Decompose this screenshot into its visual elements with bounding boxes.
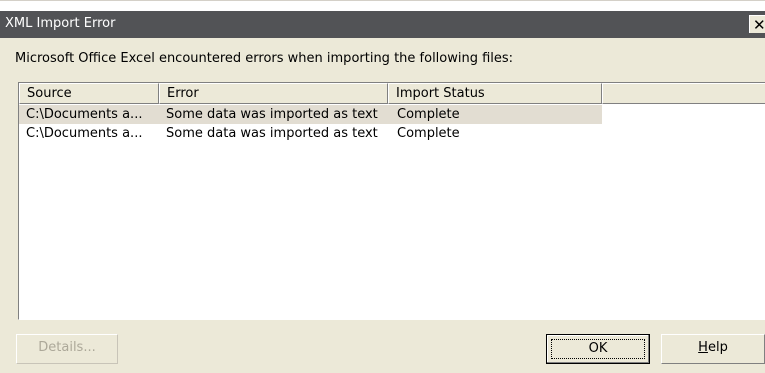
cell-import-status: Complete [397, 107, 460, 122]
cell-source: C:\Documents a... [26, 126, 143, 141]
import-results-list[interactable]: Source Error Import Status C:\Documents … [18, 82, 765, 320]
table-row[interactable]: C:\Documents a... Some data was imported… [19, 105, 602, 124]
close-icon: ✕ [753, 16, 765, 34]
xml-import-error-dialog: XML Import Error ✕ Microsoft Office Exce… [0, 0, 765, 373]
cell-error: Some data was imported as text [166, 107, 378, 122]
help-button-label: Help [698, 340, 728, 355]
ok-button-label: OK [588, 341, 608, 356]
ok-button[interactable]: OK [546, 334, 650, 364]
column-header-source[interactable]: Source [19, 83, 159, 104]
cell-error: Some data was imported as text [166, 126, 378, 141]
cell-import-status: Complete [397, 126, 460, 141]
close-button[interactable]: ✕ [749, 15, 765, 34]
details-button[interactable]: Details... [16, 334, 118, 364]
error-message: Microsoft Office Excel encountered error… [15, 51, 514, 66]
list-header: Source Error Import Status [19, 83, 765, 104]
table-row[interactable]: C:\Documents a... Some data was imported… [19, 124, 602, 143]
column-header-import-status[interactable]: Import Status [388, 83, 602, 104]
help-button[interactable]: Help [661, 334, 765, 364]
column-header-error[interactable]: Error [159, 83, 388, 104]
title-bar[interactable]: XML Import Error ✕ [0, 11, 765, 38]
window-title: XML Import Error [5, 16, 116, 31]
cell-source: C:\Documents a... [26, 107, 143, 122]
top-strip [0, 1, 765, 11]
details-button-label: Details... [38, 340, 96, 355]
ok-focus-ring: OK [551, 339, 645, 359]
column-header-filler [602, 83, 765, 104]
